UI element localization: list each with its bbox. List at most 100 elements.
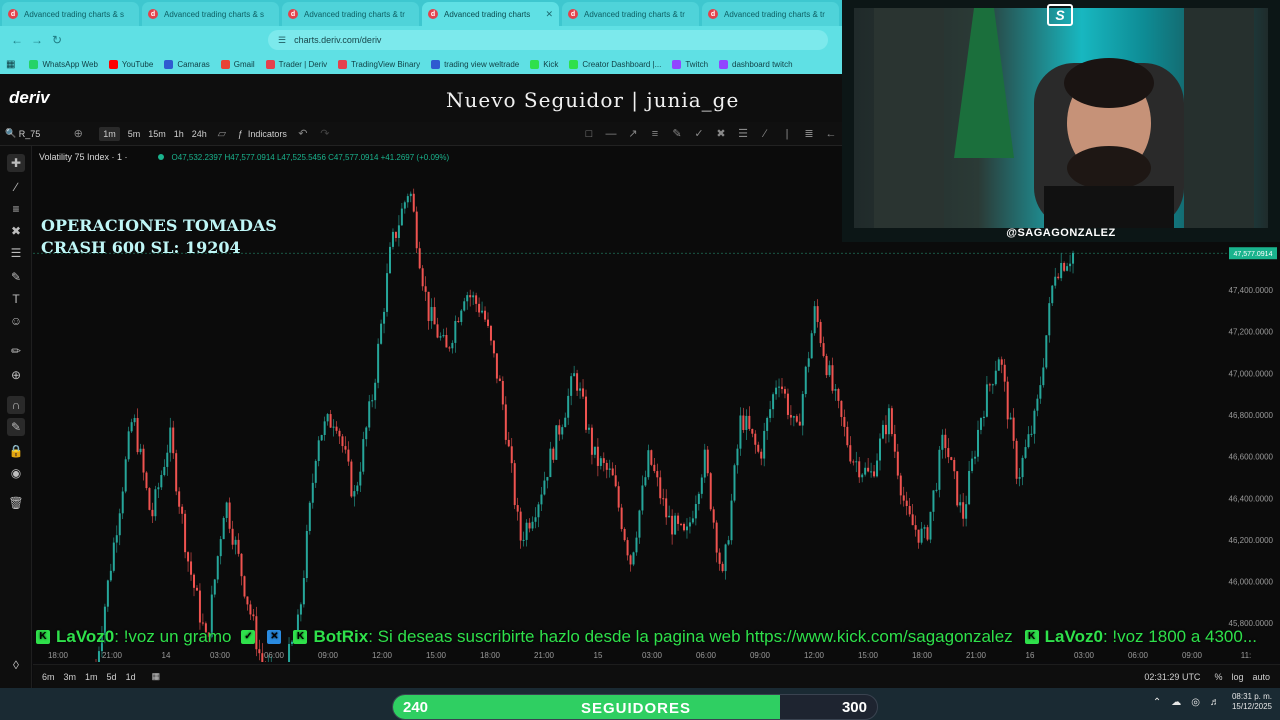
timeframe-15m[interactable]: 15m	[148, 127, 166, 141]
candle-body	[840, 400, 843, 417]
range-5d[interactable]: 5d	[107, 672, 117, 682]
candle-body	[121, 491, 124, 514]
lock-icon[interactable]: 🔒	[7, 442, 25, 460]
layers-icon[interactable]: ◊	[7, 656, 25, 674]
fib-tool-icon[interactable]: ☰	[736, 127, 750, 141]
redo-icon[interactable]: ↷	[318, 127, 332, 141]
timeframe-1h[interactable]: 1h	[174, 127, 184, 141]
pattern-icon[interactable]: ✖	[7, 222, 25, 240]
chart-type-icon[interactable]: ▱	[215, 127, 229, 141]
candle-body	[160, 475, 163, 488]
deriv-favicon-icon: d	[148, 9, 158, 19]
crosshair-icon[interactable]: ✚	[7, 154, 25, 172]
candle-body	[792, 416, 795, 418]
candle-body	[97, 651, 100, 662]
taskbar-clock[interactable]: 08:31 p. m. 15/12/2025	[1232, 692, 1272, 712]
bookmark-item[interactable]: Twitch	[672, 59, 708, 69]
undo-icon[interactable]: ↶	[296, 127, 310, 141]
chevron-up-icon[interactable]: ⌃	[1153, 697, 1161, 708]
range-1m[interactable]: 1m	[85, 672, 98, 682]
candle-body	[1003, 364, 1006, 382]
trash-icon[interactable]: 🗑	[7, 494, 25, 512]
forward-icon[interactable]: →	[28, 31, 46, 49]
line-tool-icon[interactable]: —	[604, 127, 618, 141]
bookmark-item[interactable]: Trader | Deriv	[265, 59, 327, 69]
cloud-icon[interactable]: ☁	[1171, 697, 1181, 708]
browser-tab[interactable]: d Advanced trading charts & s	[2, 2, 139, 26]
brush-tool-icon[interactable]: ✓	[692, 127, 706, 141]
draw-mode-icon[interactable]: ✎	[7, 418, 25, 436]
mic-icon[interactable]: ◎	[1191, 697, 1200, 708]
timeframe-24h[interactable]: 24h	[192, 127, 207, 141]
close-tab-icon[interactable]: ✕	[545, 9, 553, 20]
timeframe-1m[interactable]: 1m	[99, 126, 120, 141]
reload-icon[interactable]: ↻	[48, 31, 66, 49]
brush-icon[interactable]: ✎	[7, 268, 25, 286]
bookmark-item[interactable]: Camaras	[164, 59, 210, 69]
candle-body	[350, 461, 353, 497]
url-field[interactable]: ☰ charts.deriv.com/deriv	[268, 30, 828, 50]
candle-body	[1030, 433, 1033, 435]
candle-body	[344, 446, 347, 450]
rectangle-tool-icon[interactable]: □	[582, 127, 596, 141]
bookmark-item[interactable]: TradingView Binary	[338, 59, 420, 69]
trendline-icon[interactable]: ∕	[7, 178, 25, 196]
pattern-tool-icon[interactable]: ✖	[714, 127, 728, 141]
candle-body	[611, 468, 614, 476]
bookmark-item[interactable]: Creator Dashboard |...	[569, 59, 661, 69]
candle-body	[968, 470, 971, 505]
deriv-logo[interactable]: deriv	[9, 88, 50, 108]
candle-body	[959, 502, 962, 506]
browser-tab[interactable]: d Advanced trading charts & tr	[702, 2, 839, 26]
candle-body	[451, 342, 454, 349]
symbol-search[interactable]: 🔍 R_75	[5, 128, 40, 139]
candle-body	[359, 471, 362, 486]
levels-tool-icon[interactable]: ≣	[802, 127, 816, 141]
x-tick-label: 18:00	[48, 651, 69, 660]
browser-tab[interactable]: d Advanced trading charts ✕	[422, 2, 559, 26]
browser-tab[interactable]: d Advanced trading charts & tr	[282, 2, 419, 26]
screen: { "browser": { "tabs": [ {"label": "Adva…	[0, 0, 1280, 720]
add-symbol-icon[interactable]: ⊕	[71, 127, 85, 141]
site-info-icon[interactable]: ☰	[278, 35, 286, 46]
zoom-icon[interactable]: ⊕	[7, 366, 25, 384]
channel-tool-icon[interactable]: ≡	[648, 127, 662, 141]
bookmark-item[interactable]: trading view weltrade	[431, 59, 519, 69]
volume-icon[interactable]: ♬	[1210, 697, 1220, 708]
pen-tool-icon[interactable]: ✎	[670, 127, 684, 141]
percent-toggle[interactable]: %	[1214, 672, 1222, 682]
text-icon[interactable]: T	[7, 290, 25, 308]
eye-icon[interactable]: ◉	[7, 464, 25, 482]
ray-tool-icon[interactable]: ↗	[626, 127, 640, 141]
indicators-button[interactable]: ƒ Indicators	[238, 129, 287, 139]
trend-tool-icon[interactable]: ∕	[758, 127, 772, 141]
indicators-label: Indicators	[247, 128, 287, 139]
browser-tab[interactable]: d Advanced trading charts & tr	[562, 2, 699, 26]
emoji-icon[interactable]: ☺	[7, 312, 25, 330]
candle-body	[923, 527, 926, 529]
candle-body	[130, 422, 133, 432]
bookmark-item[interactable]: WhatsApp Web	[29, 59, 98, 69]
magnet-icon[interactable]: ∩	[7, 396, 25, 414]
candle-body	[481, 310, 484, 313]
fib-icon[interactable]: ☰	[7, 244, 25, 262]
bookmark-item[interactable]: YouTube	[108, 59, 153, 69]
bookmark-item[interactable]: Kick	[530, 59, 558, 69]
calendar-icon[interactable]: ▦	[152, 671, 161, 682]
range-3m[interactable]: 3m	[64, 672, 77, 682]
timeframe-5m[interactable]: 5m	[128, 127, 141, 141]
back-icon[interactable]: ←	[8, 31, 26, 49]
horizontal-line-icon[interactable]: ←	[824, 127, 838, 141]
ruler-icon[interactable]: ✏	[7, 342, 25, 360]
range-6m[interactable]: 6m	[42, 672, 55, 682]
range-1d[interactable]: 1d	[126, 672, 136, 682]
bookmark-item[interactable]: dashboard twitch	[719, 59, 793, 69]
bookmark-item[interactable]: Gmail	[220, 59, 255, 69]
candle-body	[775, 387, 778, 395]
vertical-line-icon[interactable]: |	[780, 127, 794, 141]
log-toggle[interactable]: log	[1231, 672, 1243, 682]
apps-icon[interactable]: ▦	[6, 59, 15, 70]
lines-icon[interactable]: ≡	[7, 200, 25, 218]
auto-toggle[interactable]: auto	[1252, 672, 1270, 682]
browser-tab[interactable]: d Advanced trading charts & s	[142, 2, 279, 26]
